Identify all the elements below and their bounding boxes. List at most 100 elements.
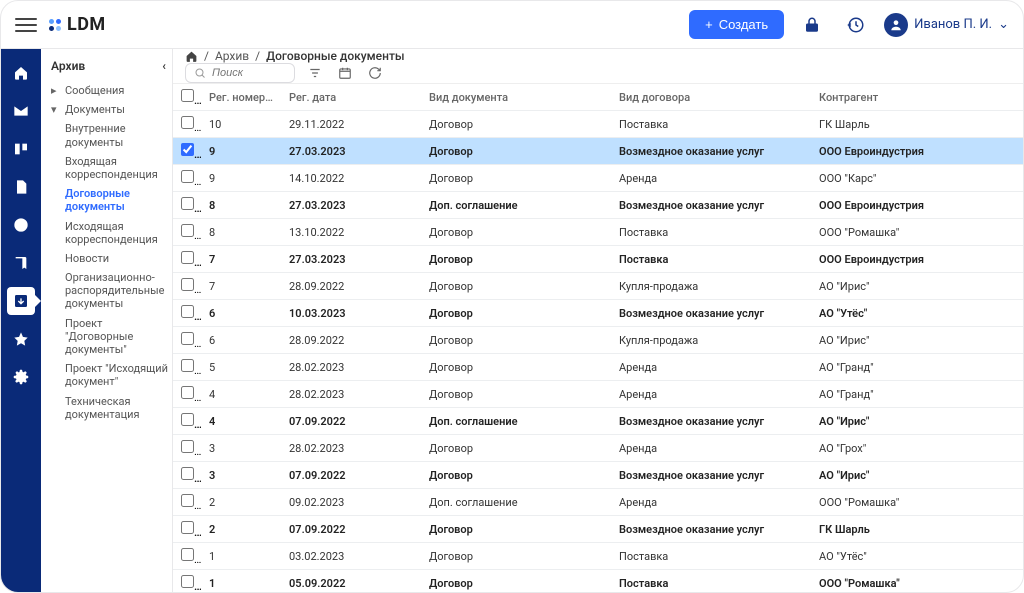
table-row[interactable]: 428.02.2023ДоговорАрендаАО "Гранд" — [173, 381, 1023, 408]
nav-home-icon[interactable] — [7, 59, 35, 87]
cell: Договор — [421, 462, 611, 489]
tree-node[interactable]: Договорные документы — [65, 184, 172, 216]
breadcrumb-home-icon[interactable] — [185, 50, 198, 63]
tree-node[interactable]: Исходящая корреспонденция — [65, 217, 172, 249]
nav-book-icon[interactable] — [7, 249, 35, 277]
row-checkbox[interactable] — [181, 575, 194, 588]
user-menu[interactable]: Иванов П. И. ⌄ — [884, 13, 1009, 37]
cell: Аренда — [611, 165, 811, 192]
row-checkbox[interactable] — [181, 413, 194, 426]
row-checkbox[interactable] — [181, 251, 194, 264]
table-row[interactable]: 1029.11.2022ДоговорПоставкаГК Шарль — [173, 111, 1023, 138]
row-checkbox[interactable] — [181, 305, 194, 318]
row-checkbox[interactable] — [181, 116, 194, 129]
refresh-icon[interactable] — [365, 63, 385, 83]
row-checkbox[interactable] — [181, 278, 194, 291]
calendar-icon[interactable] — [335, 63, 355, 83]
nav-settings-icon[interactable] — [7, 363, 35, 391]
table-row[interactable]: 528.02.2023ДоговорАрендаАО "Гранд" — [173, 354, 1023, 381]
search-field[interactable] — [212, 67, 282, 79]
nav-mail-icon[interactable] — [7, 97, 35, 125]
row-checkbox[interactable] — [181, 143, 194, 156]
tree-node-documents[interactable]: ▾ Документы — [51, 100, 172, 119]
col-reg-date[interactable]: Рег. дата — [281, 84, 421, 111]
col-doc-type[interactable]: Вид документа — [421, 84, 611, 111]
create-button[interactable]: + Создать — [689, 10, 784, 39]
logo-text: LDM — [67, 14, 106, 35]
nav-star-icon[interactable] — [7, 325, 35, 353]
cell: 7 — [201, 246, 281, 273]
table-row[interactable]: 328.02.2023ДоговорАрендаАО "Грох" — [173, 435, 1023, 462]
breadcrumb-archive[interactable]: Архив — [215, 49, 249, 63]
table-row[interactable]: 207.09.2022ДоговорВозмездное оказание ус… — [173, 516, 1023, 543]
row-checkbox[interactable] — [181, 224, 194, 237]
tree-node[interactable]: Новости — [65, 249, 172, 268]
table-row[interactable]: 209.02.2023Доп. соглашениеАрендаООО "Ром… — [173, 489, 1023, 516]
row-checkbox[interactable] — [181, 440, 194, 453]
lock-icon[interactable] — [796, 9, 828, 41]
cell: АО "Гранд" — [811, 354, 1023, 381]
cell: Договор — [421, 300, 611, 327]
cell: 9 — [201, 165, 281, 192]
tree-node-messages[interactable]: ▸ Сообщения — [51, 81, 172, 100]
search-input[interactable] — [185, 63, 295, 83]
tree-node[interactable]: Техническая документация — [65, 392, 172, 424]
row-checkbox[interactable] — [181, 359, 194, 372]
menu-toggle[interactable] — [15, 14, 37, 36]
table-row[interactable]: 407.09.2022Доп. соглашениеВозмездное ока… — [173, 408, 1023, 435]
row-checkbox[interactable] — [181, 548, 194, 561]
table-row[interactable]: 728.09.2022ДоговорКупля-продажаАО "Ирис" — [173, 273, 1023, 300]
filter-icon[interactable] — [305, 63, 325, 83]
cell: ООО "Карс" — [811, 165, 1023, 192]
tree-label: Договорные документы — [65, 187, 168, 213]
row-checkbox[interactable] — [181, 521, 194, 534]
table-row[interactable]: 628.09.2022ДоговорКупля-продажаАО "Ирис" — [173, 327, 1023, 354]
table-row[interactable]: 727.03.2023ДоговорПоставкаООО Евроиндуст… — [173, 246, 1023, 273]
nav-archive-icon[interactable] — [7, 287, 35, 315]
table-row[interactable]: 105.09.2022ДоговорПоставкаООО "Ромашка" — [173, 570, 1023, 593]
cell: Аренда — [611, 381, 811, 408]
history-icon[interactable] — [840, 9, 872, 41]
tree-node[interactable]: Проект "Договорные документы" — [65, 314, 172, 360]
table-row[interactable]: 103.02.2023ДоговорПоставкаАО "Утёс" — [173, 543, 1023, 570]
tree-label: Техническая документация — [65, 395, 168, 421]
cell: Договор — [421, 138, 611, 165]
row-checkbox[interactable] — [181, 170, 194, 183]
table-row[interactable]: 813.10.2022ДоговорПоставкаООО "Ромашка" — [173, 219, 1023, 246]
table-row[interactable]: 827.03.2023Доп. соглашениеВозмездное ока… — [173, 192, 1023, 219]
col-counterparty[interactable]: Контрагент — [811, 84, 1023, 111]
row-checkbox[interactable] — [181, 197, 194, 210]
tree-node[interactable]: Проект "Исходящий документ" — [65, 359, 172, 391]
tree-node[interactable]: Внутренние документы — [65, 119, 172, 151]
col-contract-type[interactable]: Вид договора — [611, 84, 811, 111]
cell: Договор — [421, 246, 611, 273]
tree-node[interactable]: Входящая корреспонденция — [65, 152, 172, 184]
tree-label: Документы — [65, 103, 125, 116]
cell: 5 — [201, 354, 281, 381]
col-reg-number[interactable]: Рег. номер▾ — [201, 84, 281, 111]
tree-label: Входящая корреспонденция — [65, 155, 168, 181]
cell: ГК Шарль — [811, 516, 1023, 543]
cell: АО "Ирис" — [811, 408, 1023, 435]
table-row[interactable]: 307.09.2022ДоговорВозмездное оказание ус… — [173, 462, 1023, 489]
tree-node[interactable]: Организационно-распорядительные документ… — [65, 268, 172, 314]
select-all-checkbox[interactable] — [181, 89, 194, 102]
table-row[interactable]: 610.03.2023ДоговорВозмездное оказание ус… — [173, 300, 1023, 327]
cell: ООО Евроиндустрия — [811, 192, 1023, 219]
table-row[interactable]: 914.10.2022ДоговорАрендаООО "Карс" — [173, 165, 1023, 192]
cell: Договор — [421, 354, 611, 381]
table-row[interactable]: 927.03.2023ДоговорВозмездное оказание ус… — [173, 138, 1023, 165]
row-checkbox[interactable] — [181, 386, 194, 399]
cell: 28.09.2022 — [281, 273, 421, 300]
cell: Аренда — [611, 489, 811, 516]
row-checkbox[interactable] — [181, 467, 194, 480]
nav-chart-icon[interactable] — [7, 211, 35, 239]
nav-board-icon[interactable] — [7, 135, 35, 163]
cell: 07.09.2022 — [281, 408, 421, 435]
nav-doc-icon[interactable] — [7, 173, 35, 201]
tree-label: Проект "Договорные документы" — [65, 317, 168, 357]
row-checkbox[interactable] — [181, 332, 194, 345]
row-checkbox[interactable] — [181, 494, 194, 507]
collapse-sidebar-icon[interactable]: ‹ — [162, 59, 166, 73]
plus-icon: + — [705, 17, 713, 32]
